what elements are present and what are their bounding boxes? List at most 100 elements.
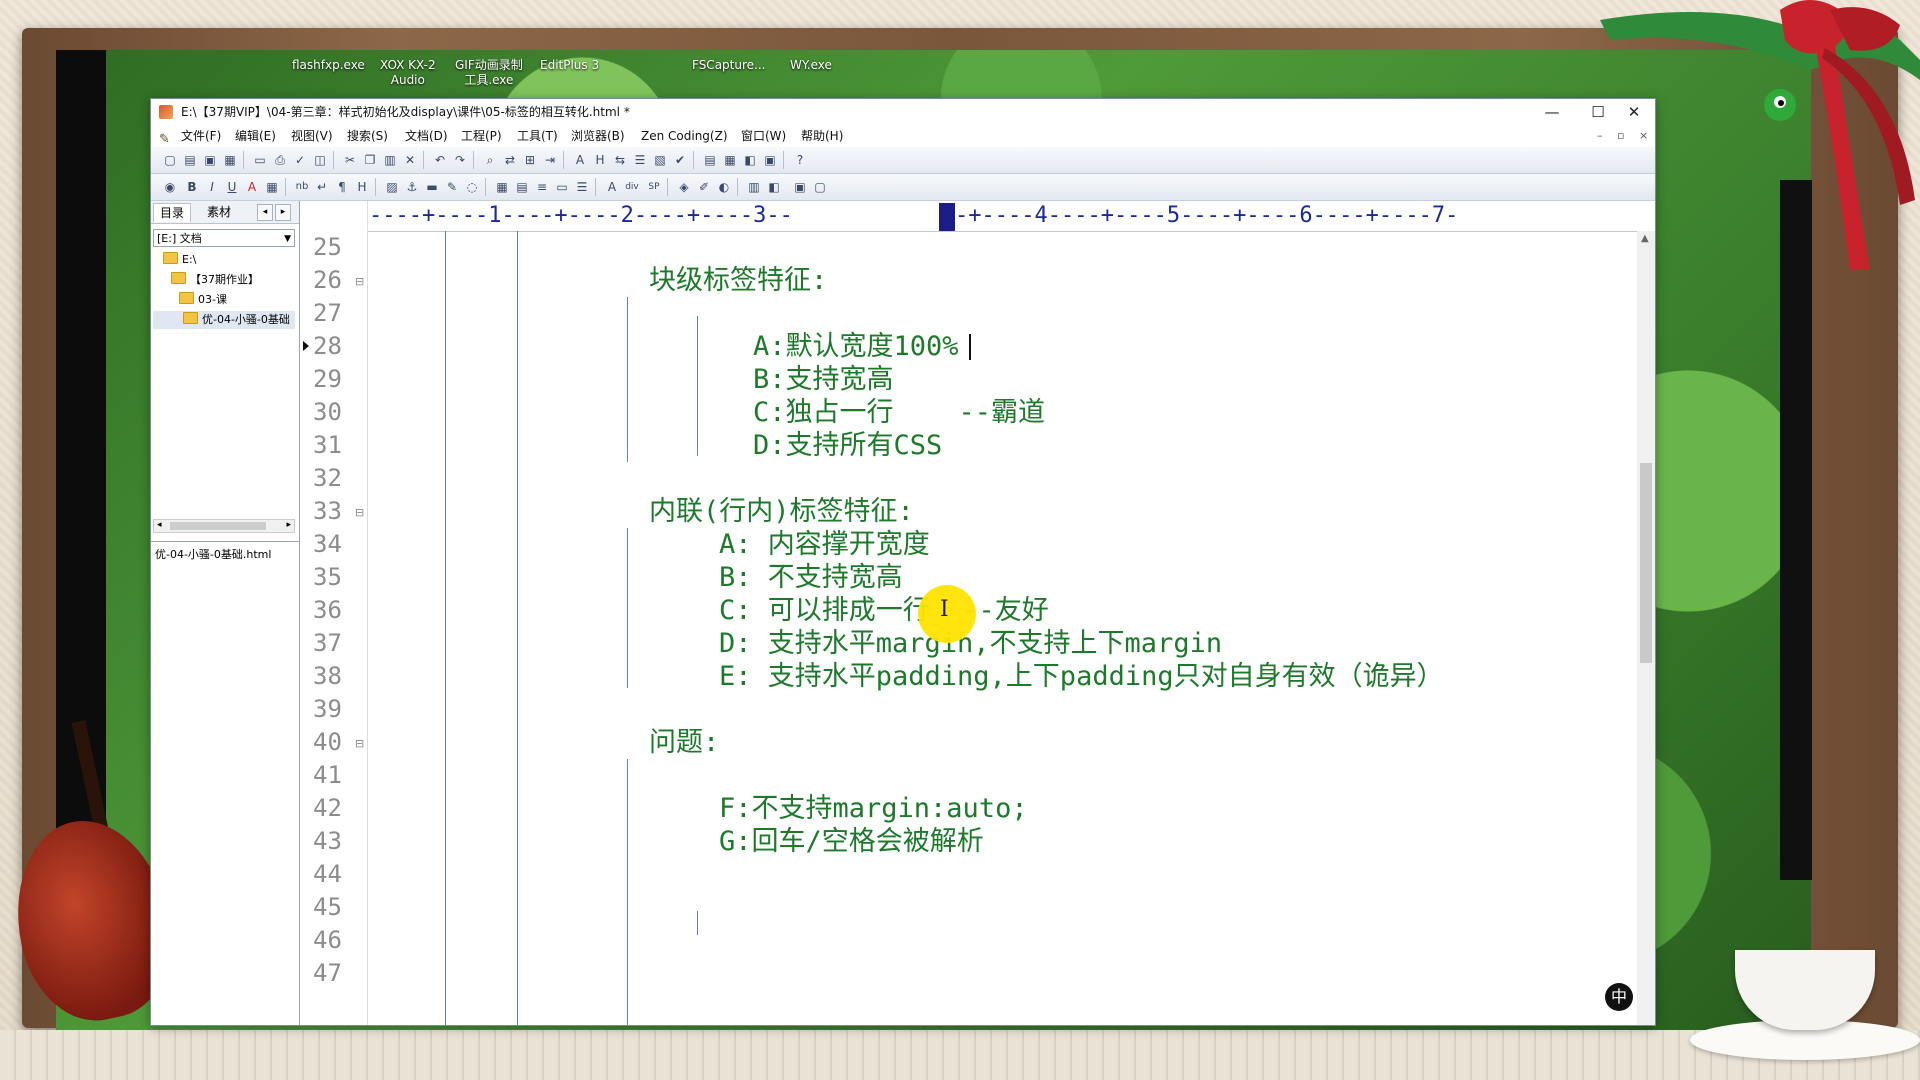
scrollbar-thumb[interactable] [1640, 463, 1652, 663]
window-split-icon[interactable]: ◧ [741, 151, 759, 169]
tree-horizontal-scrollbar[interactable]: ◂ ▸ [153, 519, 295, 533]
menu-browser[interactable]: 浏览器(B) [571, 125, 625, 147]
save-icon[interactable]: ▣ [201, 151, 219, 169]
paste-icon[interactable]: ▥ [381, 151, 399, 169]
print-preview-icon[interactable]: ▭ [251, 151, 269, 169]
desktop-icon-wy[interactable]: WY.exe [790, 58, 832, 73]
menu-zen-coding[interactable]: Zen Coding(Z) [641, 125, 728, 147]
font-color-button[interactable]: A [243, 178, 261, 196]
italic-button[interactable]: I [203, 178, 221, 196]
browser-preview-icon[interactable]: ◫ [311, 151, 329, 169]
panel-next-button[interactable]: ▸ [275, 204, 291, 221]
title-bar[interactable]: E:\【37期VIP】\04-第三章：样式初始化及display\课件\05-标… [151, 99, 1655, 125]
window-cascade-icon[interactable]: ▦ [721, 151, 739, 169]
pre-icon[interactable]: ▭ [553, 178, 571, 196]
fold-marker-icon[interactable]: ⊟ [355, 275, 364, 288]
desktop-icon-editplus[interactable]: EditPlus 3 [540, 58, 599, 73]
heading-button[interactable]: H [353, 178, 371, 196]
window-tile-icon[interactable]: ▤ [701, 151, 719, 169]
globe-icon[interactable]: ◉ [161, 178, 179, 196]
tree-item[interactable]: E:\ [163, 251, 196, 269]
toggle-panel-icon[interactable]: ◧ [765, 178, 783, 196]
find-icon[interactable]: ⌕ [481, 151, 499, 169]
menu-tools[interactable]: 工具(T) [517, 125, 558, 147]
drive-select[interactable]: [E:] 文档 ▼ [153, 229, 295, 247]
redo-icon[interactable]: ↷ [451, 151, 469, 169]
mdi-restore-button[interactable]: ▫ [1617, 125, 1624, 147]
file-list-item[interactable]: 优-04-小骚-0基础.html [155, 546, 271, 562]
comment-icon[interactable]: ◌ [463, 178, 481, 196]
minimize-button[interactable]: — [1529, 99, 1575, 125]
fold-marker-icon[interactable]: ⊟ [355, 737, 364, 750]
print-icon[interactable]: ⎙ [271, 151, 289, 169]
scroll-right-icon[interactable]: ▸ [286, 520, 291, 530]
scrollbar-thumb[interactable] [170, 522, 266, 530]
bold-button[interactable]: B [183, 178, 201, 196]
cut-icon[interactable]: ✂ [341, 151, 359, 169]
desktop-icon-flashfxp[interactable]: flashfxp.exe [292, 58, 365, 73]
open-folder-icon[interactable]: ▤ [181, 151, 199, 169]
new-file-icon[interactable]: ▢ [161, 151, 179, 169]
menu-document[interactable]: 文档(D) [405, 125, 448, 147]
menu-window[interactable]: 窗口(W) [741, 125, 786, 147]
tree-item[interactable]: 【37期作业】 [171, 271, 259, 289]
help-icon[interactable]: ? [791, 151, 809, 169]
list-icon[interactable]: ☰ [573, 178, 591, 196]
word-wrap-icon[interactable]: ⇆ [611, 151, 629, 169]
desktop-icon-fscapture[interactable]: FSCapture... [692, 58, 765, 73]
menu-file[interactable]: 文件(F) [181, 125, 221, 147]
horizontal-rule-icon[interactable]: ▬ [423, 178, 441, 196]
anchor-icon[interactable]: ⚓ [403, 178, 421, 196]
mdi-close-button[interactable]: × [1639, 125, 1648, 147]
color-picker-icon[interactable]: ◐ [715, 178, 733, 196]
menu-view[interactable]: 视图(V) [291, 125, 333, 147]
paragraph-button[interactable]: ¶ [333, 178, 351, 196]
panel-prev-button[interactable]: ◂ [257, 204, 273, 221]
span-button[interactable]: SP [645, 178, 663, 196]
undo-icon[interactable]: ↶ [431, 151, 449, 169]
menu-help[interactable]: 帮助(H) [801, 125, 843, 147]
line-number-icon[interactable]: ☰ [631, 151, 649, 169]
font-icon[interactable]: A [571, 151, 589, 169]
image-icon[interactable]: ▨ [383, 178, 401, 196]
div-button[interactable]: div [623, 178, 641, 196]
delete-icon[interactable]: ✕ [401, 151, 419, 169]
color-palette-icon[interactable]: ▦ [263, 178, 281, 196]
table-icon[interactable]: ▦ [493, 178, 511, 196]
mdi-minimize-button[interactable]: – [1597, 125, 1603, 147]
fold-marker-icon[interactable]: ⊟ [355, 506, 364, 519]
copy-icon[interactable]: ❐ [361, 151, 379, 169]
tab-clip-library[interactable]: 素材 [201, 203, 237, 221]
desktop-icon-gif-recorder[interactable]: GIF动画录制 工具.exe [455, 58, 523, 88]
css-icon[interactable]: ◈ [675, 178, 693, 196]
tree-item[interactable]: 03-课 [179, 291, 227, 309]
desktop-icon-audio[interactable]: XOX KX-2 Audio [380, 58, 436, 88]
output-window-icon[interactable]: ▣ [761, 151, 779, 169]
code-editor[interactable]: ----+----1----+----2----+----3-- -+----4… [303, 201, 1655, 1025]
goto-line-icon[interactable]: ⇥ [541, 151, 559, 169]
tab-directory[interactable]: 目录 [153, 203, 192, 222]
close-button[interactable]: ✕ [1611, 99, 1657, 125]
check-icon[interactable]: ✔ [671, 151, 689, 169]
editor-vertical-scrollbar[interactable]: ▲ [1637, 231, 1655, 1025]
form-icon[interactable]: ▤ [513, 178, 531, 196]
column-select-icon[interactable]: ▧ [651, 151, 669, 169]
nbsp-button[interactable]: nb [293, 178, 311, 196]
underline-button[interactable]: U [223, 178, 241, 196]
ime-indicator[interactable]: 中 [1605, 983, 1633, 1011]
script-icon[interactable]: ✐ [695, 178, 713, 196]
menu-search[interactable]: 搜索(S) [347, 125, 388, 147]
spellcheck-icon[interactable]: ✓ [291, 151, 309, 169]
frame-icon[interactable]: ▢ [811, 178, 829, 196]
line-break-icon[interactable]: ↵ [313, 178, 331, 196]
tree-item-selected[interactable]: 优-04-小骚-0基础 [153, 311, 295, 329]
scroll-up-icon[interactable]: ▲ [1641, 233, 1649, 244]
layout-icon[interactable]: ▥ [745, 178, 763, 196]
code-text-area[interactable]: 块级标签特征: A:默认宽度100% B:支持宽高 C:独占一行 --霸道 D:… [367, 231, 1637, 1025]
edit-icon[interactable]: ✎ [443, 178, 461, 196]
center-icon[interactable]: ≡ [533, 178, 551, 196]
hex-view-icon[interactable]: H [591, 151, 609, 169]
style-button[interactable]: A [603, 178, 621, 196]
preview-icon[interactable]: ▣ [791, 178, 809, 196]
menu-edit[interactable]: 编辑(E) [235, 125, 276, 147]
